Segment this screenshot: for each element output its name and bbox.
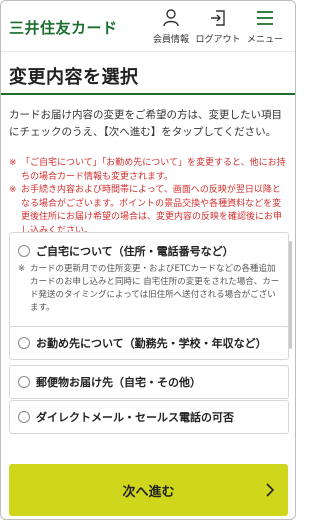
note-mark: ※ [18,264,26,274]
mail-address-radio[interactable] [18,376,30,388]
option-home[interactable]: ご自宅について（住所・電話番号など） ※ カードの更新月での住所変更・およびET… [9,232,289,340]
option-direct-mail[interactable]: ダイレクトメール・セールス電話の可否 [9,400,289,434]
direct-mail-radio[interactable] [18,411,30,423]
option-mail-address[interactable]: 郵便物お届け先（自宅・その他） [9,365,289,399]
logout-icon [209,7,227,29]
chevron-right-icon [266,482,275,501]
note-mark: ※ [9,185,17,195]
work-radio[interactable] [18,337,30,349]
intro-text: カードお届け内容の変更をご希望の方は、変更したい項目にチェックのうえ、【次へ進む… [9,109,282,138]
hamburger-menu-icon [256,7,274,29]
notice-2-text: お手続き内容および時間帯によって、画面への反映が翌日以降となる場合がございます。… [21,185,283,236]
title-divider [1,93,295,95]
notice-1: ※ 「ご自宅について」「お勤め先について」を変更すると、他にお持ちの場合カード情… [9,157,289,184]
direct-mail-label: ダイレクトメール・セールス電話の可否 [36,411,234,424]
notice-2: ※ お手続き内容および時間帯によって、画面への反映が翌日以降となる場合がございま… [9,184,289,238]
option-work[interactable]: お勤め先について（勤務先・学校・年収など） [9,326,289,360]
mail-address-label: 郵便物お届け先（自宅・その他） [36,376,201,389]
home-note: ※ カードの更新月での住所変更・およびETCカードなどの各種追加カードのお申し込… [18,263,282,315]
next-button-label: 次へ進む [122,484,175,500]
header: 三井住友カード 会員情報 ログアウト メニュー [1,1,295,52]
work-label: お勤め先について（勤務先・学校・年収など） [36,337,267,350]
member-info-label: 会員情報 [152,35,189,45]
note-mark: ※ [9,158,17,168]
logo[interactable]: 三井住友カード [9,17,118,38]
notice-1-text: 「ご自宅について」「お勤め先について」を変更すると、他にお持ちの場合カード情報も… [21,158,286,182]
home-note-text: カードの更新月での住所変更・およびETCカードなどの各種追加カードのお申し込みと… [30,264,280,313]
menu-button[interactable]: メニュー [237,7,293,45]
home-radio[interactable] [18,245,30,257]
person-icon [163,7,179,29]
next-button[interactable]: 次へ進む [9,464,288,516]
home-label: ご自宅について（住所・電話番号など） [36,245,234,258]
app-frame: 三井住友カード 会員情報 ログアウト メニュー 変更内容を選択 カードお届け内容… [0,0,296,520]
menu-label: メニュー [246,35,283,45]
logout-label: ログアウト [195,35,241,45]
scrollbar[interactable] [289,241,292,349]
page-title: 変更内容を選択 [9,67,139,88]
